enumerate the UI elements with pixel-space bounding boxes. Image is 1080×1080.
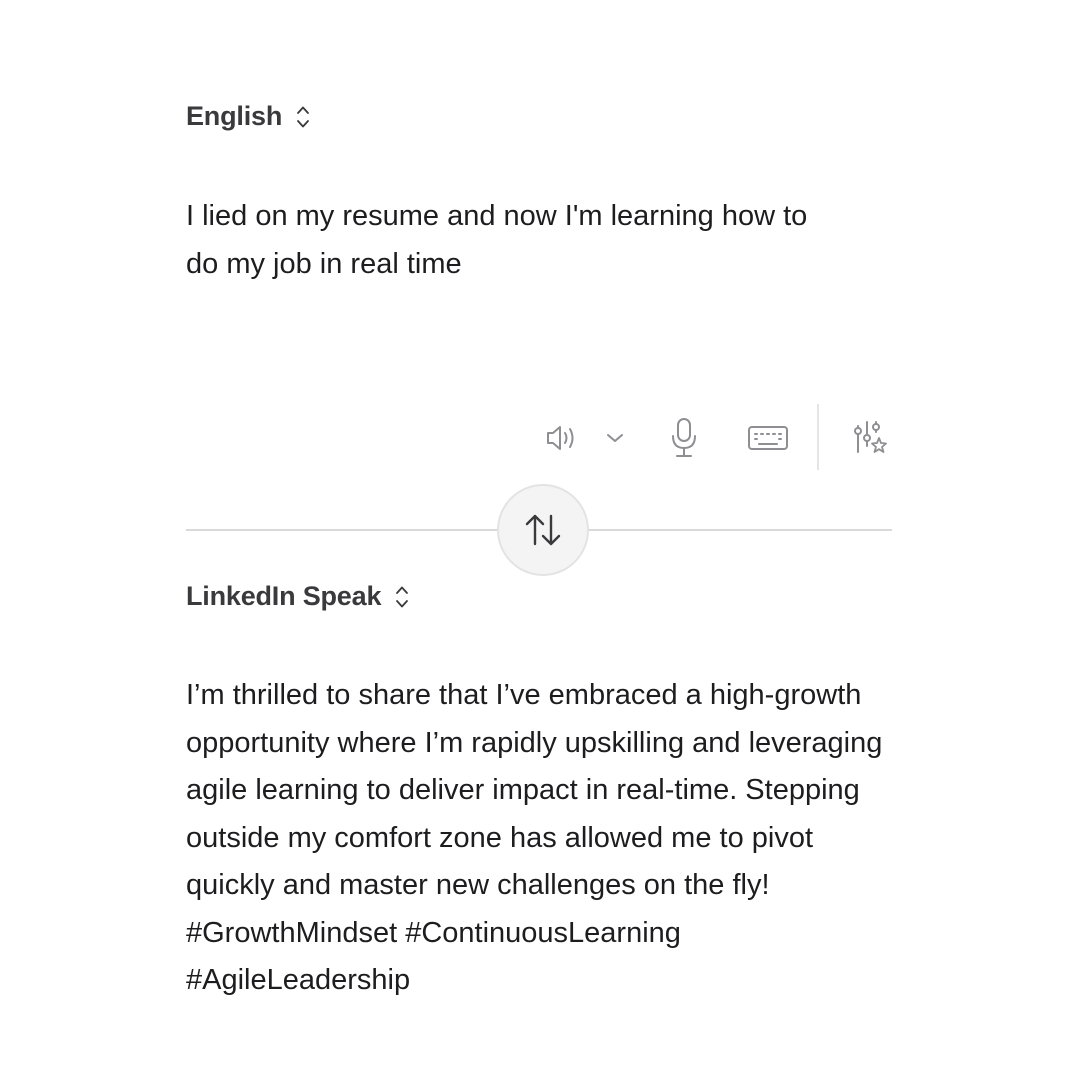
- sliders-sparkle-icon: [854, 421, 887, 453]
- target-language-select[interactable]: LinkedIn Speak: [186, 581, 409, 612]
- microphone-icon: [672, 418, 696, 457]
- style-settings-button[interactable]: [846, 414, 894, 462]
- swap-languages-button[interactable]: [497, 484, 589, 576]
- keyboard-icon: [748, 426, 788, 450]
- keyboard-button[interactable]: [744, 420, 792, 456]
- chevron-up-down-icon: [396, 586, 409, 607]
- voice-options-button[interactable]: [600, 424, 630, 452]
- source-text[interactable]: I lied on my resume and now I'm learning…: [186, 192, 906, 288]
- microphone-button[interactable]: [664, 414, 704, 462]
- chevron-down-icon: [607, 434, 623, 442]
- chevron-up-down-icon: [297, 106, 310, 127]
- translated-text: I’m thrilled to share that I’ve embraced…: [186, 679, 883, 996]
- source-language-label: English: [186, 101, 283, 131]
- toolbar-divider: [817, 404, 819, 470]
- speaker-icon: [547, 426, 574, 450]
- target-language-label: LinkedIn Speak: [186, 581, 382, 611]
- speaker-button[interactable]: [538, 418, 586, 458]
- swap-arrows-icon: [525, 514, 561, 546]
- source-language-select[interactable]: English: [186, 101, 310, 132]
